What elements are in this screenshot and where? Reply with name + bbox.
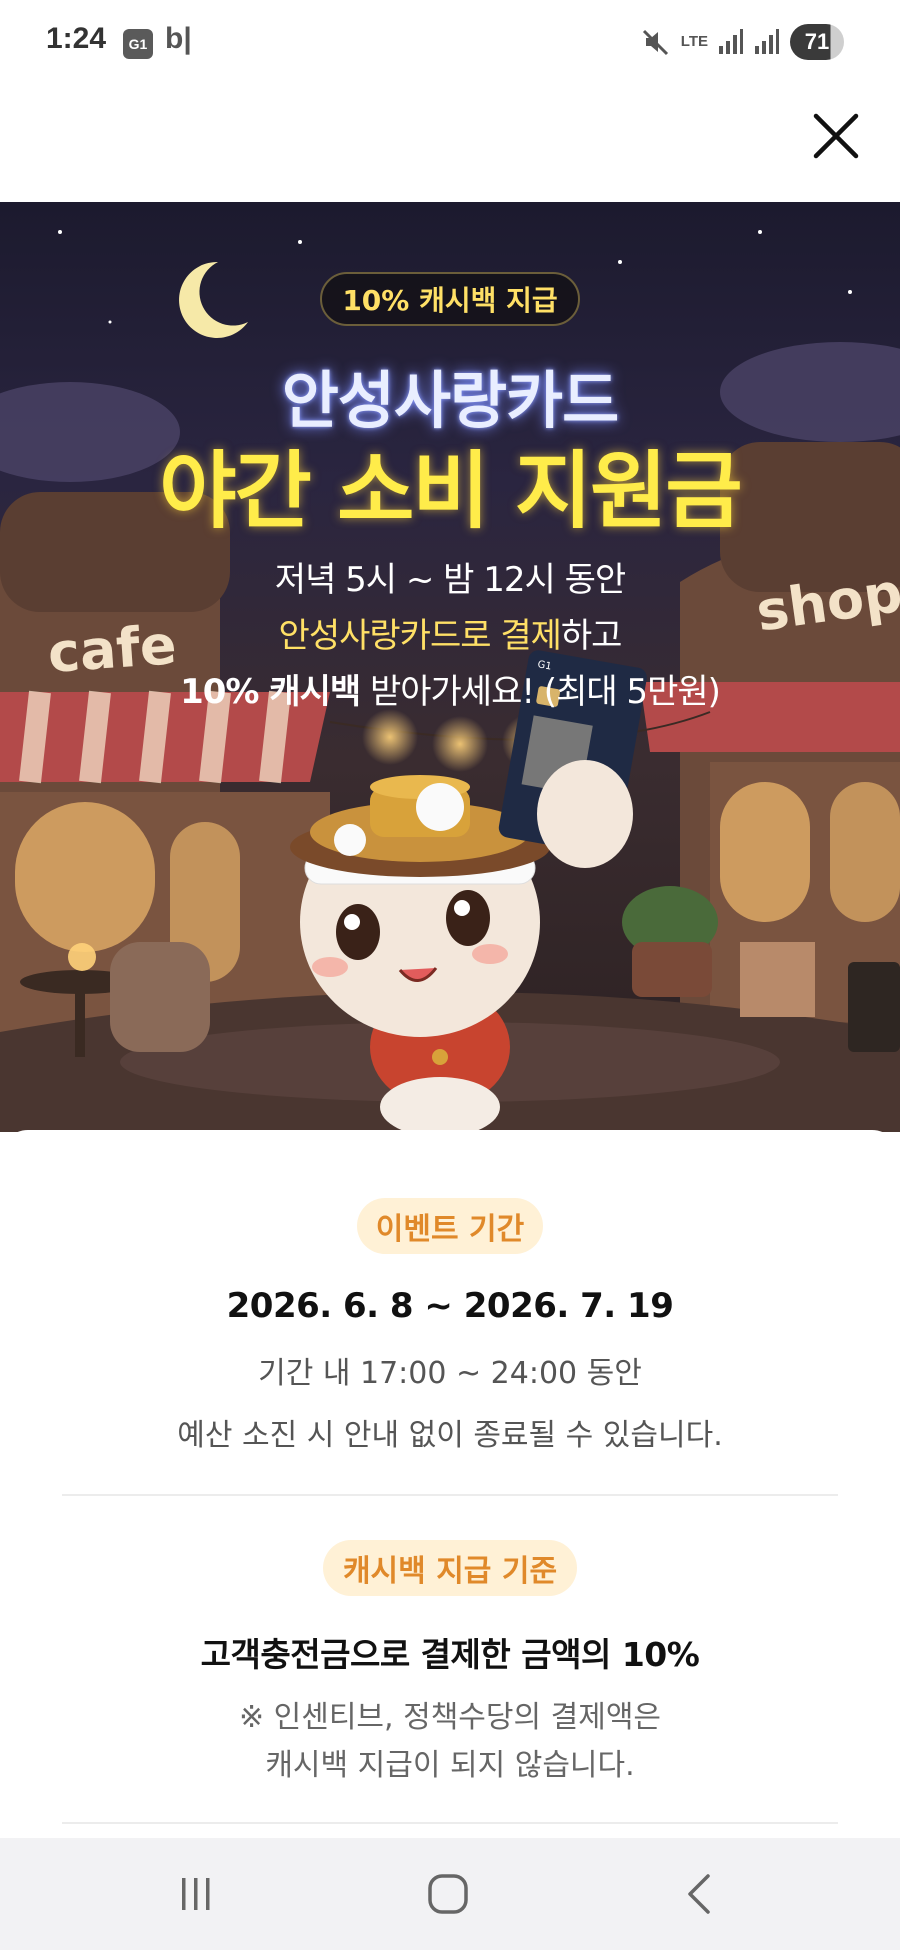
section-divider <box>62 1494 838 1496</box>
event-date-range: 2026. 6. 8 ~ 2026. 7. 19 <box>226 1286 674 1326</box>
cashback-criteria-main: 고객충전금으로 결제한 금액의 10% <box>200 1635 700 1674</box>
event-period-label: 이벤트 기간 <box>357 1198 543 1254</box>
system-nav-bar <box>0 1838 900 1950</box>
app-notification-letter: b| <box>165 22 192 55</box>
banner-title-main: 야간 소비 지원금 <box>159 442 742 540</box>
event-details-card: 이벤트 기간 2026. 6. 8 ~ 2026. 7. 19 기간 내 17:… <box>0 1130 900 1838</box>
banner-desc-time: 저녁 5시 ~ 밤 12시 동안 <box>274 560 626 600</box>
event-budget-notice: 예산 소진 시 안내 없이 종료될 수 있습니다. <box>177 1418 723 1453</box>
close-button[interactable] <box>804 104 868 168</box>
signal-icon-2 <box>754 28 780 56</box>
cashback-criteria-label: 캐시백 지급 기준 <box>323 1540 577 1596</box>
banner-desc-cashback: 10% 캐시백 받아가세요! (최대 5만원) <box>0 664 900 713</box>
home-button[interactable] <box>408 1866 488 1922</box>
moon-icon <box>179 261 248 338</box>
battery-indicator: 71 <box>790 24 844 60</box>
network-type: LTE <box>680 33 708 50</box>
event-time-range: 기간 내 17:00 ~ 24:00 동안 <box>258 1356 642 1391</box>
banner-desc-pay-highlight: 안성사랑카드로 결제 <box>278 616 562 656</box>
mute-icon <box>641 27 671 57</box>
banner-desc-cashback-bold: 10% 캐시백 <box>180 672 361 712</box>
cashback-note-line1: ※ 인센티브, 정책수당의 결제액은 <box>238 1700 662 1735</box>
signal-icon <box>718 28 744 56</box>
close-icon <box>813 113 859 159</box>
banner-desc-pay-rest: 하고 <box>560 616 623 656</box>
popup-header <box>0 84 900 202</box>
section-divider-2 <box>62 1822 838 1824</box>
event-banner: G1 10% 캐시백 지급 안성사랑카드 야간 소비 지원금 저녁 5시 ~ 밤… <box>0 202 900 1132</box>
status-time: 1:24 <box>46 22 107 55</box>
cashback-badge: 10% 캐시백 지급 <box>320 272 580 326</box>
back-icon <box>688 1874 710 1914</box>
status-indicators: LTE 71 <box>641 22 844 62</box>
recents-button[interactable] <box>156 1866 236 1922</box>
recents-icon <box>182 1878 210 1910</box>
status-bar: 1:24 G1 b| LTE 71 <box>0 0 900 84</box>
back-button[interactable] <box>660 1866 740 1922</box>
home-icon <box>428 1874 468 1914</box>
cashback-note-line2: 캐시백 지급이 되지 않습니다. <box>265 1748 635 1783</box>
banner-desc-pay: 안성사랑카드로 결제하고 <box>0 608 900 657</box>
app-notification-icon: G1 <box>123 29 153 59</box>
banner-desc-cashback-rest: 받아가세요! (최대 5만원) <box>360 672 721 712</box>
